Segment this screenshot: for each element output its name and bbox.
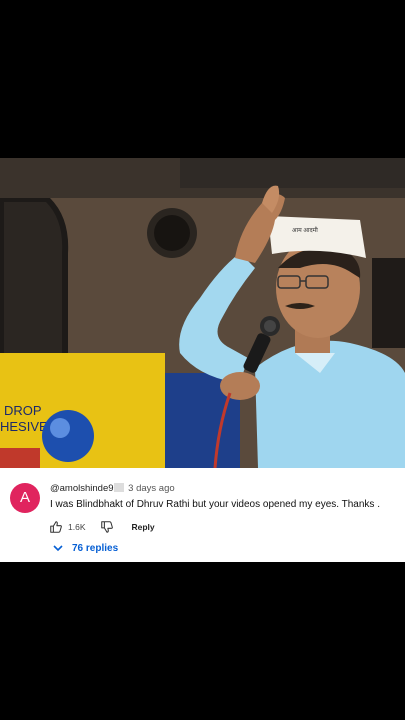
like-count: 1.6K	[68, 522, 86, 532]
bottom-letterbox	[0, 562, 405, 720]
comment-meta: @amolshinde9 3 days ago	[50, 483, 175, 494]
view-replies-button[interactable]: 76 replies	[52, 542, 118, 554]
thumbs-down-icon[interactable]	[100, 520, 114, 534]
comment-timestamp: 3 days ago	[128, 483, 175, 494]
banner-text-line1: DROP	[4, 403, 42, 418]
replies-count-label: 76 replies	[72, 542, 119, 554]
reply-button[interactable]: Reply	[132, 522, 155, 532]
video-still: DROP HESIVE आम आदमी	[0, 158, 405, 468]
comment-card: A @amolshinde9 3 days ago I was Blindbha…	[0, 468, 405, 562]
comment-text: I was Blindbhakt of Dhruv Rathi but your…	[50, 499, 380, 510]
avatar[interactable]: A	[10, 483, 40, 513]
banner-text-line2: HESIVE	[0, 419, 48, 434]
chevron-down-icon	[53, 545, 63, 552]
thumbs-up-icon[interactable]	[49, 520, 63, 534]
top-letterbox	[0, 0, 405, 158]
svg-text:आम आदमी: आम आदमी	[292, 226, 318, 234]
video-frame[interactable]: DROP HESIVE आम आदमी	[0, 158, 405, 468]
comment-author-handle[interactable]: @amolshinde9	[50, 483, 114, 494]
comment-actions: 1.6K Reply	[49, 519, 155, 535]
redacted-handle-part	[113, 483, 124, 492]
